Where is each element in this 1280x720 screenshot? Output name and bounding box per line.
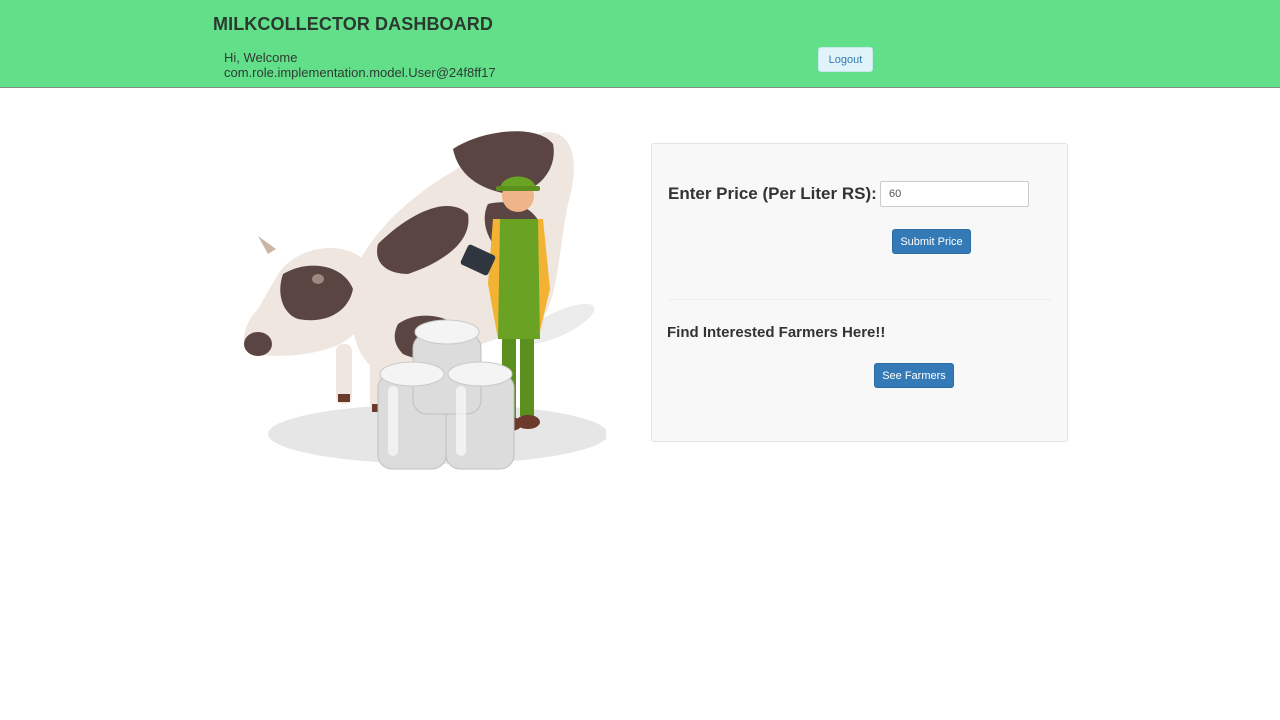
welcome-message: Hi, Welcome com.role.implementation.mode…	[224, 50, 496, 80]
panel-divider	[668, 299, 1052, 300]
logout-button[interactable]: Logout	[818, 47, 873, 72]
cow-farmer-illustration	[238, 124, 608, 484]
price-input[interactable]	[880, 181, 1029, 207]
welcome-greeting: Hi, Welcome	[224, 50, 298, 65]
app-title: MILKCOLLECTOR DASHBOARD	[213, 14, 493, 34]
top-header: MILKCOLLECTOR DASHBOARD Hi, Welcome com.…	[0, 0, 1280, 88]
cow-farmer-illustration-svg	[243, 131, 608, 470]
welcome-user: com.role.implementation.model.User@24f8f…	[224, 65, 496, 80]
price-label: Enter Price (Per Liter RS):	[668, 184, 877, 203]
see-farmers-button[interactable]: See Farmers	[874, 363, 954, 388]
farmers-heading: Find Interested Farmers Here!!	[667, 324, 886, 341]
submit-price-button[interactable]: Submit Price	[892, 229, 971, 254]
price-panel: Enter Price (Per Liter RS): Submit Price…	[651, 143, 1068, 442]
